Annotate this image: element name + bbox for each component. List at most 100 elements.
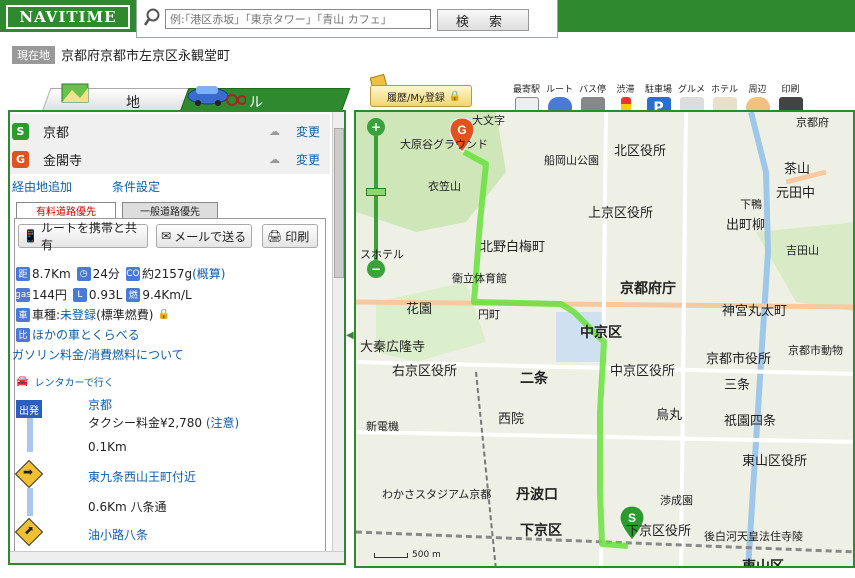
cloud-icon: ☁	[269, 124, 280, 138]
navitime-logo[interactable]: NAVITIME	[6, 5, 130, 29]
compare-icon: 比	[16, 327, 30, 342]
goal-change-link[interactable]: 変更	[296, 151, 320, 168]
start-badge: S	[12, 122, 29, 140]
printer-icon: 🖨	[267, 229, 283, 243]
current-location: 現在地 京都府京都市左京区永観堂町	[12, 45, 230, 64]
map-label: 西院	[498, 412, 525, 427]
share-mobile-label: ルートを携帯と共有	[40, 221, 137, 252]
phone-icon: 📱	[23, 229, 38, 243]
toolbar-label: 周辺	[748, 85, 767, 95]
map-label: 新電機	[366, 420, 399, 433]
search-input[interactable]	[165, 9, 431, 29]
step-name[interactable]: 京都	[88, 396, 112, 413]
toolbar-label: ルート	[545, 85, 573, 95]
send-mail-label: メールで送る	[174, 229, 247, 244]
search-icon	[143, 8, 160, 26]
map-label: 出町柳	[726, 218, 766, 233]
co2-icon: CO	[125, 266, 140, 281]
step-name[interactable]: 東九条西山王町付近	[88, 468, 196, 485]
vehicle-icon: 車	[16, 307, 30, 322]
map-label: 船岡山公園	[544, 154, 599, 167]
zoom-handle[interactable]	[366, 188, 386, 196]
compare-line: 比 ほかの車とくらべる	[16, 326, 140, 343]
toolbar-label: ホテル	[710, 85, 738, 95]
tab-general-priority[interactable]: 一般道路優先	[122, 202, 218, 219]
map-label: 後白河天皇法住寺陵	[704, 530, 803, 543]
map-label: 京都府	[796, 116, 829, 129]
step-distance: 0.1Km	[88, 440, 127, 454]
map-label: 東山区役所	[742, 454, 808, 469]
horizontal-scrollbar[interactable]	[10, 551, 344, 563]
map-label: 吉田山	[786, 244, 819, 257]
map-label: 三条	[724, 378, 751, 393]
gas-fuel-line: gas 144円 L 0.93L 燃 9.4Km/L	[15, 286, 192, 303]
zoom-track[interactable]	[374, 136, 378, 260]
vehicle-register-link[interactable]: 未登録	[60, 306, 96, 323]
map-label: 神宮丸太町	[722, 304, 788, 319]
clock-icon: ◷	[76, 266, 91, 281]
efficiency-value: 9.4Km/L	[142, 287, 192, 302]
fuel-icon: L	[72, 287, 87, 302]
search-box: 検 索	[136, 0, 558, 38]
map-label: 上京区役所	[588, 206, 654, 221]
time-value: 24分	[92, 267, 120, 281]
rental-link[interactable]: レンタカーで行く	[34, 374, 113, 389]
gas-info-line: ガソリン料金/消費燃料について	[12, 346, 184, 363]
rental-line: 🚘 レンタカーで行く	[16, 374, 114, 389]
fuel-value: 0.93L	[88, 287, 123, 302]
car-bike-icon	[187, 86, 246, 106]
map-label: わかさスタジアム京都	[382, 488, 492, 501]
arrow-up-left-icon: ⬈	[24, 523, 35, 537]
map-label: 大秦広隆寺	[360, 340, 426, 355]
toolbar-label: 印刷	[781, 85, 800, 95]
cloud-icon: ☁	[269, 152, 280, 166]
send-mail-button[interactable]: ✉ メールで送る	[156, 224, 252, 248]
route-line	[27, 488, 33, 516]
start-change-link[interactable]: 変更	[296, 123, 320, 140]
current-address: 京都府京都市左京区永観堂町	[61, 49, 231, 64]
arrow-right-icon: ➡	[23, 465, 34, 479]
step-name[interactable]: 油小路八条	[88, 526, 148, 543]
route-line	[27, 418, 33, 452]
lock-icon: 🔒	[448, 90, 462, 102]
co2-value: 約2157g	[141, 267, 193, 281]
map-label: 東山区	[742, 559, 784, 568]
taxi-note-link[interactable]: (注意)	[206, 416, 239, 430]
toolbar-label: 最寄駅	[512, 85, 540, 95]
print-button[interactable]: 🖨 印刷	[262, 224, 318, 248]
search-button[interactable]: 検 索	[437, 9, 529, 31]
zoom-out-button[interactable]: −	[367, 260, 385, 278]
conditions-link[interactable]: 条件設定	[112, 178, 160, 195]
distance-value: 8.7Km	[32, 266, 71, 281]
add-waypoint-link[interactable]: 経由地追加	[12, 178, 72, 195]
toolbar-label: 駐車場	[644, 85, 672, 95]
map-label: 丹波口	[516, 487, 558, 503]
map-view[interactable]: G S + − 大原谷グラウンド 衣笠山 船岡山公園 北区役所 上京区役所 北野…	[354, 110, 855, 568]
vertical-scrollbar[interactable]	[332, 112, 344, 563]
current-location-tag: 現在地	[12, 45, 55, 64]
history-my-button[interactable]: 履歴/My登録 🔒	[370, 85, 472, 107]
toolbar-label: グルメ	[677, 85, 705, 95]
map-tab-icon	[61, 83, 89, 103]
collapse-panel-icon[interactable]: ◀	[346, 330, 354, 344]
scale-bar	[374, 552, 408, 558]
map-label: 北区役所	[614, 144, 667, 159]
map-label: 北野白梅町	[480, 240, 546, 255]
map-scale: 500 m	[374, 550, 441, 560]
gas-info-link[interactable]: ガソリン料金/消費燃料について	[12, 346, 184, 363]
compare-link[interactable]: ほかの車とくらべる	[32, 326, 140, 343]
svg-text:G: G	[457, 123, 466, 137]
gas-icon: gas	[15, 287, 31, 302]
tab-toll-priority[interactable]: 有料道路優先	[16, 202, 116, 219]
gas-value: 144円	[32, 288, 67, 302]
zoom-in-button[interactable]: +	[367, 118, 385, 136]
toolbar-label: バス停	[578, 85, 606, 95]
co2-estimate-link[interactable]: (概算)	[192, 265, 225, 282]
toolbar-label: 渋滞	[616, 85, 635, 95]
scrollbar-thumb[interactable]	[334, 128, 344, 278]
depart-icon: 出発	[16, 400, 42, 418]
share-mobile-button[interactable]: 📱 ルートを携帯と共有	[18, 221, 148, 252]
vehicle-line: 車 車種: 未登録 (標準燃費) 🔒	[16, 306, 170, 323]
map-label: 衛立体育館	[452, 272, 507, 285]
map-label: 中京区役所	[610, 364, 676, 379]
